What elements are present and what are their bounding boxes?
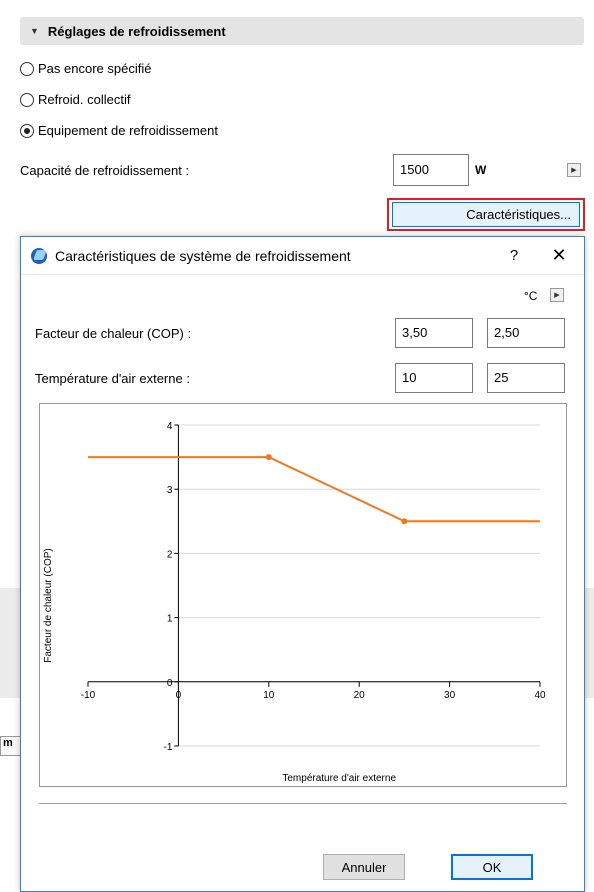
radio-equipment[interactable]: Equipement de refroidissement <box>20 123 218 138</box>
radio-label: Equipement de refroidissement <box>38 123 218 138</box>
app-icon <box>31 247 47 264</box>
capacity-unit: W <box>475 163 487 177</box>
help-button[interactable]: ? <box>494 247 534 264</box>
collapse-triangle-icon: ▼ <box>30 26 39 36</box>
y-axis-label: Facteur de chaleur (COP) <box>43 548 54 663</box>
dialog-titlebar: Caractéristiques de système de refroidis… <box>21 237 584 275</box>
radio-collective[interactable]: Refroid. collectif <box>20 92 130 107</box>
characteristics-button[interactable]: Caractéristiques... <box>392 202 580 227</box>
background-panel-strip-right <box>585 588 594 698</box>
radio-label: Pas encore spécifié <box>38 61 152 76</box>
x-tick-label: -10 <box>81 690 96 701</box>
background-partial-label: m <box>0 736 22 756</box>
section-title: Réglages de refroidissement <box>47 23 226 39</box>
temperature-label: Température d'air externe : <box>35 371 190 386</box>
y-tick-label: 0 <box>167 678 173 689</box>
y-tick-label: 4 <box>167 421 173 432</box>
cop-input-1[interactable]: 3,50 <box>395 318 473 348</box>
radio-button[interactable] <box>20 61 34 76</box>
x-tick-label: 40 <box>534 690 546 701</box>
background-panel-strip <box>0 588 20 698</box>
x-tick-label: 0 <box>176 690 182 701</box>
section-header[interactable]: ▼ Réglages de refroidissement <box>20 17 584 45</box>
ok-button[interactable]: OK <box>451 854 533 880</box>
radio-button-checked[interactable] <box>20 123 34 138</box>
capacity-input[interactable]: 1500 <box>393 154 469 186</box>
temperature-unit-label: °C <box>524 289 538 303</box>
cop-data-point <box>401 518 408 525</box>
cop-label: Facteur de chaleur (COP) : <box>35 326 192 341</box>
y-tick-label: 3 <box>167 485 173 496</box>
expand-arrow-icon[interactable]: ▶ <box>567 163 581 177</box>
close-button[interactable]: ✕ <box>534 245 584 266</box>
chart-svg: -10 0 10 20 30 4043210-1Température d'air ext… <box>43 421 546 784</box>
capacity-label: Capacité de refroidissement : <box>20 163 190 178</box>
x-tick-label: 30 <box>444 690 456 701</box>
x-axis-label: Température d'air externe <box>282 773 396 784</box>
y-tick-label: -1 <box>163 742 172 753</box>
cooling-characteristics-dialog: Caractéristiques de système de refroidis… <box>20 236 585 892</box>
unit-arrow-icon[interactable]: ▶ <box>550 288 564 302</box>
dialog-title: Caractéristiques de système de refroidis… <box>55 247 351 264</box>
y-tick-label: 1 <box>167 614 173 625</box>
y-tick-label: 2 <box>167 549 173 560</box>
cop-data-point <box>265 454 272 461</box>
temperature-input-1[interactable]: 10 <box>395 363 473 393</box>
temperature-input-2[interactable]: 25 <box>487 363 565 393</box>
radio-label: Refroid. collectif <box>38 92 131 107</box>
cancel-button[interactable]: Annuler <box>323 854 405 880</box>
radio-not-specified[interactable]: Pas encore spécifié <box>20 61 151 76</box>
radio-button[interactable] <box>20 92 34 107</box>
separator <box>39 803 567 804</box>
cop-chart: -10 0 10 20 30 40 4 3 2 1 0 -1 Température d'air ext… <box>39 403 567 787</box>
cop-input-2[interactable]: 2,50 <box>487 318 565 348</box>
x-tick-label: 20 <box>354 690 366 701</box>
x-tick-label: 10 <box>263 690 275 701</box>
